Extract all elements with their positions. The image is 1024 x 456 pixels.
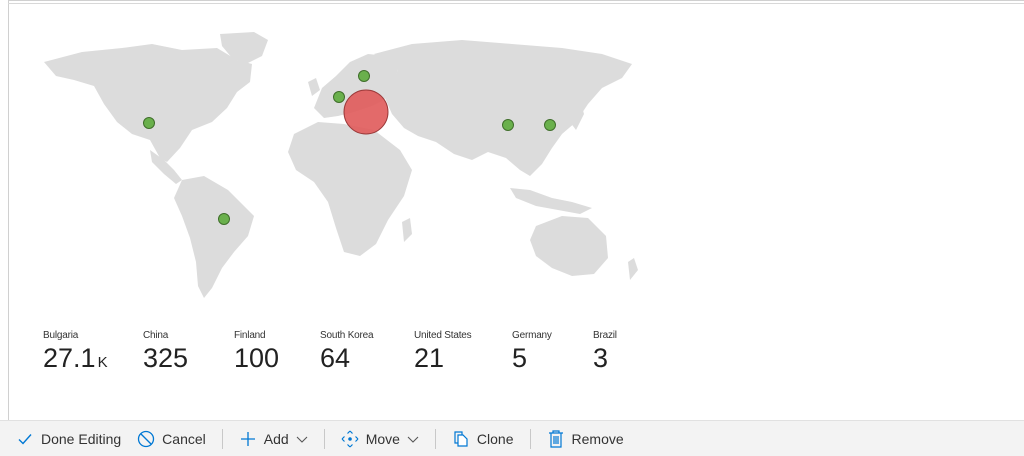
land-new-zealand: [628, 258, 638, 280]
stat-suffix: K: [97, 354, 108, 371]
stat-value: 100: [234, 343, 280, 373]
clone-label: Clone: [476, 430, 514, 447]
stat-china: China 325: [143, 330, 234, 378]
move-button[interactable]: Move: [341, 430, 419, 448]
cancel-icon: [137, 430, 155, 448]
land-australia: [530, 216, 608, 276]
stat-value: 64: [320, 343, 351, 373]
stat-label: Brazil: [593, 330, 617, 341]
clone-button[interactable]: Clone: [452, 430, 514, 448]
stat-label: South Korea: [320, 330, 374, 341]
marker-brazil[interactable]: [218, 213, 230, 225]
stat-value: 3: [593, 343, 609, 373]
stat-label: United States: [414, 330, 472, 341]
land-north-america: [44, 44, 252, 162]
marker-finland[interactable]: [358, 70, 370, 82]
stat-south-korea: South Korea 64: [320, 330, 414, 378]
done-editing-button[interactable]: Done Editing: [16, 430, 121, 448]
land-asia: [374, 40, 632, 176]
stat-united-states: United States 21: [414, 330, 512, 378]
trash-icon: [547, 429, 565, 448]
land-south-america: [174, 176, 254, 298]
done-editing-label: Done Editing: [41, 430, 122, 447]
world-map: [44, 32, 638, 298]
stat-value: 5: [512, 343, 528, 373]
stat-label: Finland: [234, 330, 266, 341]
tile-top-border: [8, 0, 1024, 4]
cancel-button[interactable]: Cancel: [137, 430, 206, 448]
country-stats: Bulgaria 27.1 K China 325 Finland 100 Sou…: [43, 330, 653, 378]
marker-china[interactable]: [502, 119, 514, 131]
edit-toolbar: Done Editing Cancel Add Move Clone Remov…: [0, 420, 1024, 456]
remove-button[interactable]: Remove: [547, 429, 624, 448]
marker-united-states[interactable]: [143, 117, 155, 129]
move-label: Move: [365, 430, 400, 447]
toolbar-divider: [323, 428, 325, 449]
stat-label: Germany: [512, 330, 552, 341]
stat-label: Bulgaria: [43, 330, 79, 341]
toolbar-divider: [434, 428, 436, 449]
add-button[interactable]: Add: [239, 430, 308, 448]
toolbar-divider: [529, 428, 531, 449]
chevron-down-icon: [296, 433, 308, 445]
stat-germany: Germany 5: [512, 330, 593, 378]
cancel-label: Cancel: [162, 430, 206, 447]
stat-finland: Finland 100: [234, 330, 320, 378]
stat-value: 21: [414, 343, 445, 373]
move-icon: [341, 430, 359, 448]
marker-bulgaria[interactable]: [343, 89, 389, 135]
land-indonesia: [510, 188, 592, 214]
clone-icon: [452, 430, 470, 448]
toolbar-divider: [221, 428, 223, 449]
remove-label: Remove: [571, 430, 624, 447]
add-label: Add: [263, 430, 289, 447]
checkmark-icon: [16, 430, 34, 448]
stat-bulgaria: Bulgaria 27.1 K: [43, 330, 143, 378]
stat-brazil: Brazil 3: [593, 330, 653, 378]
stat-value: 325: [143, 343, 189, 373]
stat-value: 27.1 K: [43, 343, 108, 373]
marker-south-korea[interactable]: [544, 119, 556, 131]
land-africa: [288, 122, 412, 256]
land-masses: [44, 32, 638, 298]
stat-label: China: [143, 330, 169, 341]
chevron-down-icon: [407, 433, 419, 445]
land-uk: [308, 78, 320, 96]
land-madagascar: [402, 218, 412, 242]
plus-icon: [239, 430, 257, 448]
marker-germany[interactable]: [333, 91, 345, 103]
